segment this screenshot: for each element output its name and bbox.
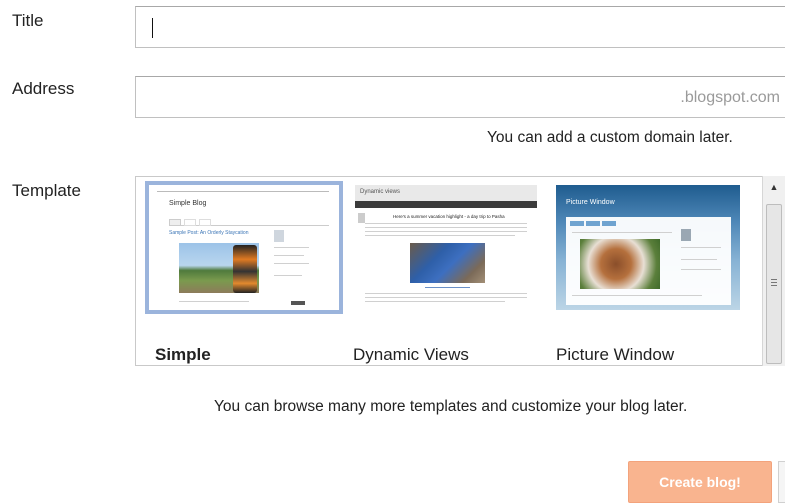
mini-photo-dog (580, 239, 660, 289)
mini-header-text: Dynamic views (360, 189, 401, 195)
title-input[interactable] (135, 6, 785, 48)
template-option-dynamic-views[interactable]: Dynamic views Here's a summer vacation h… (353, 185, 545, 364)
title-label: Title (12, 11, 44, 30)
address-label: Address (12, 79, 75, 98)
create-blog-button[interactable]: Create blog! (628, 461, 772, 503)
mini-button (291, 301, 305, 305)
template-option-simple[interactable]: Simple Blog Sample Post: An Orderly Stay… (145, 181, 343, 364)
text-caret (152, 18, 153, 38)
template-name-dynamic-views: Dynamic Views (353, 345, 469, 364)
mini-blog-title: Simple Blog (169, 200, 207, 207)
mini-photo-lights (233, 245, 257, 293)
scroll-thumb[interactable] (766, 204, 782, 364)
template-scrollbar[interactable]: ▲ (762, 176, 785, 366)
mini-nav-bar (157, 191, 329, 192)
template-hint: You can browse many more templates and c… (214, 398, 688, 415)
mini-header: Dynamic views (355, 185, 537, 201)
template-label: Template (12, 181, 81, 200)
mini-pw-header: Picture Window (566, 199, 615, 206)
mini-tabs (169, 219, 329, 226)
template-name-simple: Simple (155, 345, 211, 364)
template-option-picture-window[interactable]: Picture Window Picture Window (556, 185, 746, 364)
template-thumbnail-dynamic-views: Dynamic views Here's a summer vacation h… (355, 185, 537, 310)
mini-photo-car (410, 243, 485, 283)
address-suffix: .blogspot.com (680, 89, 780, 106)
mini-dv-post-title: Here's a summer vacation highlight - a d… (393, 214, 505, 219)
address-hint: You can add a custom domain later. (487, 129, 733, 146)
mini-post-title: Sample Post: An Orderly Staycation (169, 230, 249, 236)
cancel-button[interactable] (778, 461, 785, 503)
template-thumbnail-picture-window: Picture Window (556, 185, 740, 310)
address-input[interactable]: .blogspot.com (135, 76, 785, 118)
mini-pw-avatar (681, 229, 691, 241)
template-thumbnail-simple: Simple Blog Sample Post: An Orderly Stay… (145, 181, 343, 314)
mini-nav-dark (355, 201, 537, 208)
template-name-picture-window: Picture Window (556, 345, 675, 364)
scroll-up-arrow-icon[interactable]: ▲ (763, 176, 785, 198)
template-picker: Simple Blog Sample Post: An Orderly Stay… (135, 176, 785, 366)
mini-avatar (274, 230, 284, 242)
